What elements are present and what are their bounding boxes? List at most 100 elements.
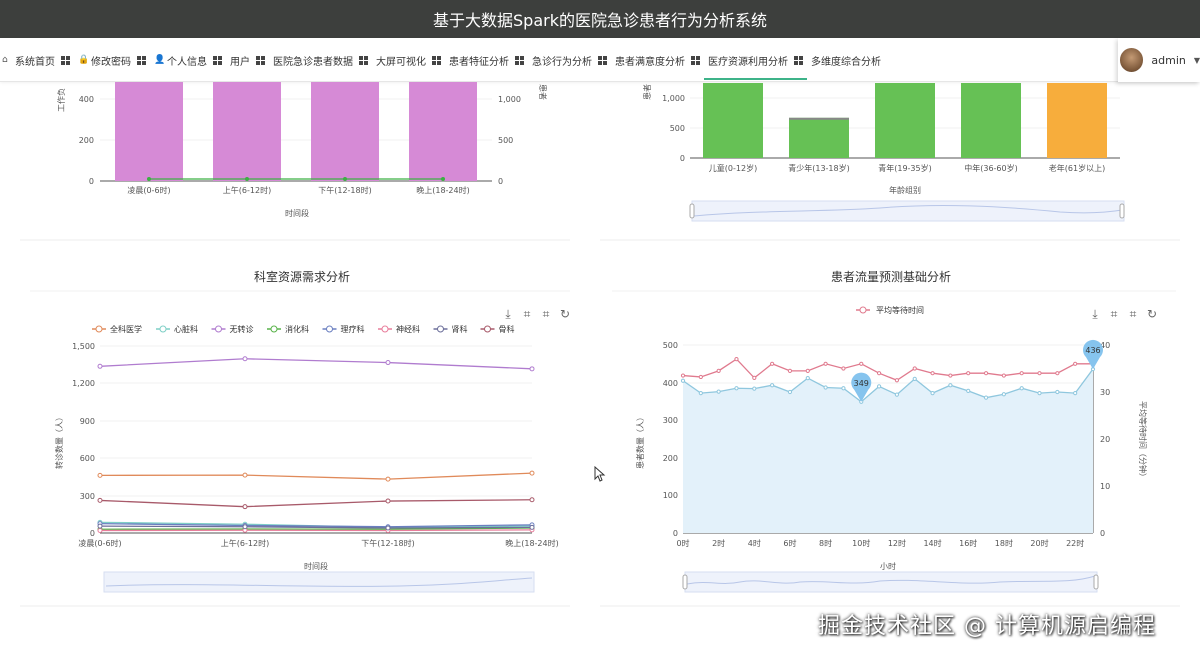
bar bbox=[961, 83, 1021, 158]
x-tick-label: 凌晨(0-6时) bbox=[127, 185, 170, 195]
data-point bbox=[529, 366, 535, 372]
data-point bbox=[1019, 371, 1024, 376]
dashboard-content: 0 200 400 0 500 1,000 凌晨(0-6时) 上午(6-12时) 下午(12-1… bbox=[0, 82, 1200, 655]
zoom-slider bbox=[691, 200, 1125, 222]
nav-item-label: 大屏可视化 bbox=[376, 56, 426, 68]
download-icon[interactable]: ⤓ bbox=[505, 307, 511, 321]
data-point bbox=[698, 391, 703, 396]
data-point bbox=[385, 498, 391, 504]
legend-label: 心脏科 bbox=[174, 324, 198, 334]
bar bbox=[409, 82, 477, 181]
data-point bbox=[983, 371, 989, 376]
grid-icon bbox=[213, 55, 222, 65]
y-tick-label: 0 bbox=[90, 529, 95, 538]
y-axis-label: 患者数量（人） bbox=[635, 413, 645, 469]
username[interactable]: admin bbox=[1151, 54, 1185, 67]
data-point bbox=[752, 386, 757, 391]
y-tick-label: 500 bbox=[670, 124, 685, 133]
data-point bbox=[894, 378, 900, 383]
data-point bbox=[97, 527, 103, 533]
restore-icon[interactable]: ↻ bbox=[560, 307, 570, 321]
nav-item-1[interactable]: 🔒 修改密码 bbox=[74, 38, 150, 82]
data-point bbox=[948, 373, 953, 378]
y-tick-label: 0 bbox=[89, 177, 94, 186]
zoom-reset-icon[interactable]: ⌗ bbox=[1130, 307, 1137, 321]
data-point bbox=[770, 361, 775, 366]
grid-icon bbox=[137, 55, 146, 65]
legend-swatch-dot bbox=[859, 306, 867, 314]
y-tick-label: 1,000 bbox=[662, 94, 685, 103]
restore-icon[interactable]: ↻ bbox=[1147, 307, 1157, 321]
data-point bbox=[876, 371, 882, 376]
y-tick-label: 1,200 bbox=[72, 379, 95, 388]
legend-label: 肾科 bbox=[452, 324, 468, 334]
data-point bbox=[529, 524, 535, 530]
caret-down-icon[interactable]: ▼ bbox=[1194, 56, 1200, 65]
y-tick-label: 500 bbox=[663, 341, 678, 350]
zoom-handle-right bbox=[1119, 203, 1125, 219]
x-tick-label: 14时 bbox=[923, 538, 941, 548]
x-tick-label: 6时 bbox=[783, 538, 796, 548]
y-tick-label: 600 bbox=[80, 454, 95, 463]
nav-item-3[interactable]: 用户 bbox=[226, 38, 269, 82]
x-axis-label: 小时 bbox=[880, 561, 896, 571]
x-tick-label: 青少年(13-18岁) bbox=[788, 163, 850, 173]
y-tick-label-right: 30 bbox=[1100, 388, 1110, 397]
data-point bbox=[930, 391, 935, 396]
user-menu[interactable]: admin ▼ bbox=[1118, 38, 1200, 82]
legend-swatch-dot bbox=[381, 325, 389, 333]
nav-item-label: 用户 bbox=[230, 56, 250, 68]
y-tick-label: 0 bbox=[673, 529, 678, 538]
series-line bbox=[682, 358, 1093, 381]
x-tick-label: 下午(12-18时) bbox=[361, 538, 415, 548]
x-tick-label: 20时 bbox=[1030, 538, 1048, 548]
nav-item-10[interactable]: 多维度综合分析 bbox=[807, 38, 885, 82]
nav-item-5[interactable]: 大屏可视化 bbox=[372, 38, 445, 82]
data-point bbox=[859, 361, 864, 366]
data-point bbox=[770, 383, 775, 388]
avatar[interactable] bbox=[1120, 48, 1144, 72]
nav-item-8[interactable]: 患者满意度分析 bbox=[611, 38, 704, 82]
data-point bbox=[752, 375, 757, 380]
data-point bbox=[1055, 389, 1060, 395]
bar bbox=[213, 82, 281, 181]
data-point bbox=[441, 177, 445, 181]
nav-item-7[interactable]: 急诊行为分析 bbox=[528, 38, 611, 82]
data-point bbox=[242, 504, 248, 510]
data-point bbox=[823, 361, 828, 366]
zoom-reset-icon[interactable]: ⌗ bbox=[543, 307, 550, 321]
y-tick-label: 300 bbox=[80, 492, 95, 501]
download-icon[interactable]: ⤓ bbox=[1092, 307, 1098, 321]
zoom-icon[interactable]: ⌗ bbox=[524, 307, 531, 321]
y-tick-label: 400 bbox=[79, 95, 94, 104]
zoom-handle-right bbox=[1093, 574, 1099, 590]
legend-swatch-dot bbox=[437, 325, 444, 333]
zoom-handle-left bbox=[682, 574, 688, 590]
nav-items: ⌂ 系统首页 🔒 修改密码 👤 个人信息 用户 医院急诊患者数据 大屏可视化 患者特征分析 急诊行为… bbox=[0, 38, 885, 82]
legend-swatch-dot bbox=[326, 325, 333, 333]
mouse-cursor-icon bbox=[594, 466, 606, 482]
legend-label: 理疗科 bbox=[341, 324, 365, 334]
data-point bbox=[242, 356, 248, 362]
nav-item-9[interactable]: 医疗资源利用分析 bbox=[704, 38, 807, 82]
x-tick-label: 22时 bbox=[1066, 538, 1084, 548]
nav-item-label: 多维度综合分析 bbox=[811, 56, 881, 68]
legend-swatch-dot bbox=[159, 325, 167, 333]
y-axis-label: 转诊数量（人） bbox=[54, 413, 64, 469]
watermark-text: 掘金技术社区 @ 计算机源启编程 bbox=[818, 614, 1156, 639]
y-tick-label-right: 20 bbox=[1100, 435, 1110, 444]
data-point bbox=[1037, 371, 1042, 376]
nav-item-0[interactable]: ⌂ 系统首页 bbox=[0, 38, 74, 82]
y-tick-label: 400 bbox=[663, 379, 678, 388]
legend-swatch-dot bbox=[215, 325, 222, 333]
y-tick-label-right: 1,000 bbox=[498, 95, 521, 104]
marker-label: 436 bbox=[1085, 346, 1100, 355]
data-point bbox=[966, 388, 971, 393]
nav-item-4[interactable]: 医院急诊患者数据 bbox=[269, 38, 372, 82]
zoom-icon[interactable]: ⌗ bbox=[1111, 307, 1118, 321]
nav-item-6[interactable]: 患者特征分析 bbox=[445, 38, 528, 82]
legend-label: 消化科 bbox=[285, 324, 309, 334]
zoom-handle-left bbox=[689, 203, 695, 219]
data-point bbox=[245, 177, 249, 181]
nav-item-2[interactable]: 👤 个人信息 bbox=[150, 38, 226, 82]
